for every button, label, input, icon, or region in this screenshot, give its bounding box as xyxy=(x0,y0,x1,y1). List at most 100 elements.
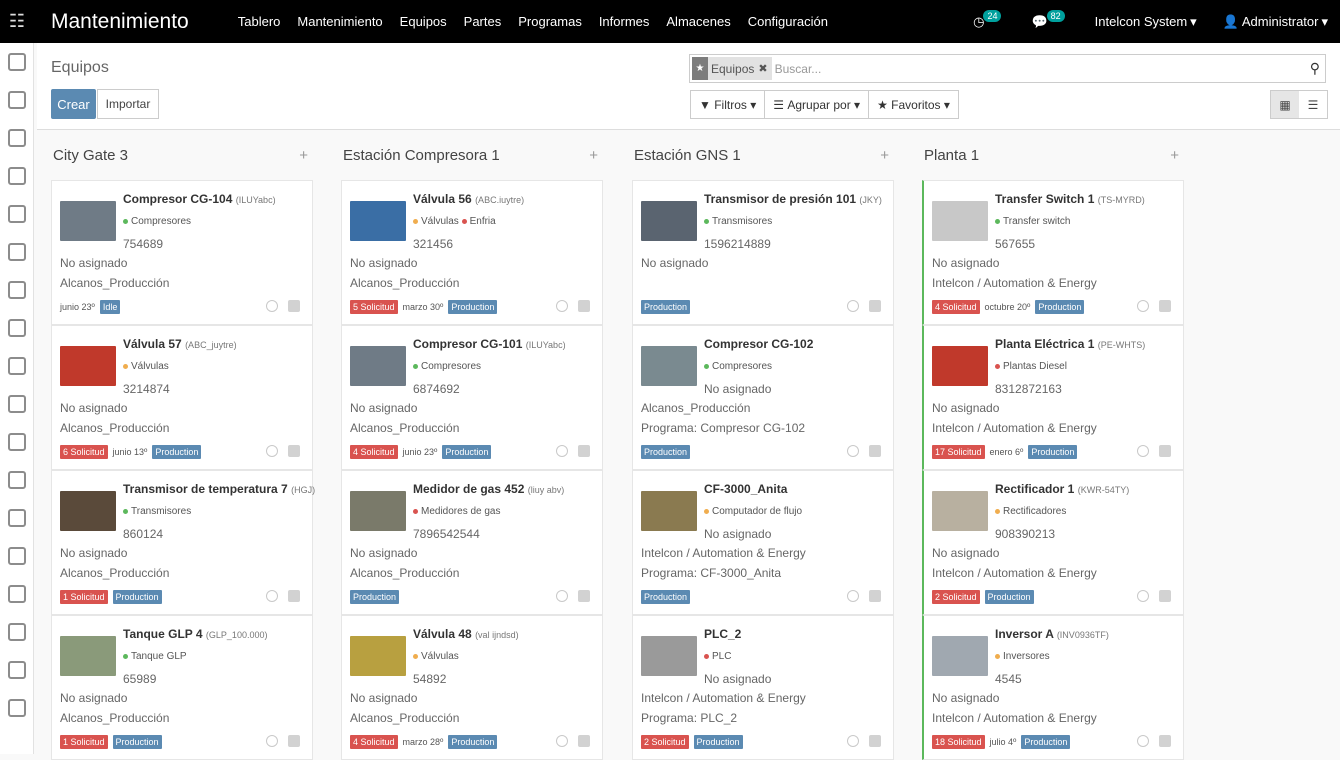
company-switcher[interactable]: Intelcon System ▾ xyxy=(1095,14,1197,30)
camera-icon[interactable] xyxy=(288,445,300,457)
activity-clock-icon[interactable] xyxy=(847,300,859,312)
search-icon[interactable]: ⚲ xyxy=(1310,60,1320,77)
favorites-dropdown[interactable]: ★ Favoritos ▾ xyxy=(869,91,958,118)
activity-clock-icon[interactable] xyxy=(556,445,568,457)
camera-icon[interactable] xyxy=(288,300,300,312)
camera-icon[interactable] xyxy=(578,590,590,602)
sidebar-icon[interactable] xyxy=(0,347,34,385)
sidebar-icon[interactable] xyxy=(0,81,34,119)
kanban-card[interactable]: Tanque GLP 4 (GLP_100.000) Tanque GLP 659… xyxy=(51,615,313,760)
apps-menu-icon[interactable]: ☷ xyxy=(0,0,34,43)
add-card-icon[interactable]: + xyxy=(589,147,598,164)
sidebar-icon[interactable] xyxy=(0,43,34,81)
sidebar-icon[interactable] xyxy=(0,195,34,233)
date-label: octubre 20º xyxy=(984,302,1031,312)
create-button[interactable]: Crear xyxy=(51,89,96,119)
menu-item-partes[interactable]: Partes xyxy=(464,14,502,29)
sidebar-icon[interactable] xyxy=(0,689,34,727)
add-card-icon[interactable]: + xyxy=(1170,147,1179,164)
user-menu[interactable]: 👤 Administrator ▾ xyxy=(1223,14,1328,30)
list-view-icon[interactable]: ☰ xyxy=(1299,91,1327,118)
column-header: City Gate 3 + xyxy=(51,130,316,180)
kanban-card[interactable]: Inversor A (INV0936TF) Inversores 4545 No … xyxy=(922,615,1184,760)
sidebar-icon[interactable] xyxy=(0,271,34,309)
card-line-2: Alcanos_Producción xyxy=(60,421,170,435)
kanban-card[interactable]: Transmisor de temperatura 7 (HGJ) Transmi… xyxy=(51,470,315,615)
activity-clock-icon[interactable] xyxy=(266,735,278,747)
sidebar-icon[interactable] xyxy=(0,651,34,689)
filters-dropdown[interactable]: ▼ Filtros ▾ xyxy=(691,91,766,118)
sidebar-icon[interactable] xyxy=(0,461,34,499)
sidebar-icon[interactable] xyxy=(0,575,34,613)
remove-facet-icon[interactable]: ✖ xyxy=(758,62,767,75)
kanban-view-icon[interactable]: ▦ xyxy=(1271,91,1299,118)
kanban-card[interactable]: Transfer Switch 1 (TS-MYRD) Transfer swit… xyxy=(922,180,1184,325)
kanban-card[interactable]: CF-3000_Anita Computador de flujo No asi… xyxy=(632,470,894,615)
add-card-icon[interactable]: + xyxy=(299,147,308,164)
sidebar-icon[interactable] xyxy=(0,613,34,651)
menu-item-tablero[interactable]: Tablero xyxy=(238,14,281,29)
kanban-card[interactable]: Válvula 48 (val ijndsd) Válvulas 54892 No … xyxy=(341,615,603,760)
activity-clock-icon[interactable] xyxy=(1137,445,1149,457)
activity-clock-icon[interactable] xyxy=(266,445,278,457)
menu-item-informes[interactable]: Informes xyxy=(599,14,650,29)
add-card-icon[interactable]: + xyxy=(880,147,889,164)
activity-clock-icon[interactable] xyxy=(847,590,859,602)
messages-button[interactable]: 💬 82 xyxy=(1031,9,1068,30)
import-button[interactable]: Importar xyxy=(97,89,159,119)
activity-clock-icon[interactable] xyxy=(556,735,568,747)
camera-icon[interactable] xyxy=(578,445,590,457)
search-input[interactable]: Buscar... xyxy=(775,62,822,76)
kanban-card[interactable]: Válvula 57 (ABC_juytre) Válvulas 3214874 N… xyxy=(51,325,313,470)
menu-item-configuracion[interactable]: Configuración xyxy=(748,14,828,29)
activity-clock-icon[interactable] xyxy=(1137,590,1149,602)
activity-clock-icon[interactable] xyxy=(556,300,568,312)
activity-clock-icon[interactable] xyxy=(847,445,859,457)
sidebar-icon[interactable] xyxy=(0,233,34,271)
camera-icon[interactable] xyxy=(869,590,881,602)
camera-icon[interactable] xyxy=(869,735,881,747)
activity-clock-icon[interactable] xyxy=(1137,735,1149,747)
sidebar-icon[interactable] xyxy=(0,537,34,575)
activity-clock-icon[interactable] xyxy=(556,590,568,602)
camera-icon[interactable] xyxy=(1159,590,1171,602)
activity-clock-icon[interactable] xyxy=(266,590,278,602)
sidebar-icon[interactable] xyxy=(0,119,34,157)
kanban-card[interactable]: Compresor CG-101 (ILUYabc) Compresores 68… xyxy=(341,325,603,470)
equipment-name: Transfer Switch 1 (TS-MYRD) xyxy=(995,192,1145,206)
activity-clock-icon[interactable] xyxy=(847,735,859,747)
sidebar-icon[interactable] xyxy=(0,157,34,195)
camera-icon[interactable] xyxy=(1159,445,1171,457)
groupby-dropdown[interactable]: ☰ Agrupar por ▾ xyxy=(765,91,870,118)
kanban-card[interactable]: Planta Eléctrica 1 (PE-WHTS) Plantas Dies… xyxy=(922,325,1184,470)
category-dot xyxy=(413,653,418,659)
sidebar-icon[interactable] xyxy=(0,499,34,537)
kanban-card[interactable]: Compresor CG-102 Compresores No asignado… xyxy=(632,325,894,470)
menu-item-equipos[interactable]: Equipos xyxy=(400,14,447,29)
kanban-card[interactable]: Válvula 56 (ABC.iuytre) Válvulas Enfria 3… xyxy=(341,180,603,325)
kanban-card[interactable]: PLC_2 PLC No asignado Intelcon / Automati… xyxy=(632,615,894,760)
menu-item-mantenimiento[interactable]: Mantenimiento xyxy=(297,14,382,29)
activity-clock-icon[interactable] xyxy=(1137,300,1149,312)
camera-icon[interactable] xyxy=(869,445,881,457)
sidebar-icon[interactable] xyxy=(0,385,34,423)
sidebar-icon[interactable] xyxy=(0,309,34,347)
kanban-card[interactable]: Transmisor de presión 101 (JKY) Transmiso… xyxy=(632,180,894,325)
camera-icon[interactable] xyxy=(578,735,590,747)
search-facet[interactable]: ★ Equipos ✖ xyxy=(692,57,772,80)
kanban-card[interactable]: Compresor CG-104 (ILUYabc) Compresores 75… xyxy=(51,180,313,325)
activity-clock-icon[interactable] xyxy=(266,300,278,312)
camera-icon[interactable] xyxy=(1159,735,1171,747)
menu-item-programas[interactable]: Programas xyxy=(518,14,582,29)
camera-icon[interactable] xyxy=(1159,300,1171,312)
kanban-card[interactable]: Rectificador 1 (KWR-54TY) Rectificadores … xyxy=(922,470,1184,615)
menu-item-almacenes[interactable]: Almacenes xyxy=(666,14,730,29)
card-line-2: Alcanos_Producción xyxy=(60,276,170,290)
camera-icon[interactable] xyxy=(869,300,881,312)
kanban-card[interactable]: Medidor de gas 452 (liuy abv) Medidores d… xyxy=(341,470,603,615)
camera-icon[interactable] xyxy=(578,300,590,312)
camera-icon[interactable] xyxy=(288,590,300,602)
activity-button[interactable]: ◷ 24 xyxy=(973,9,1005,30)
sidebar-icon[interactable] xyxy=(0,423,34,461)
camera-icon[interactable] xyxy=(288,735,300,747)
